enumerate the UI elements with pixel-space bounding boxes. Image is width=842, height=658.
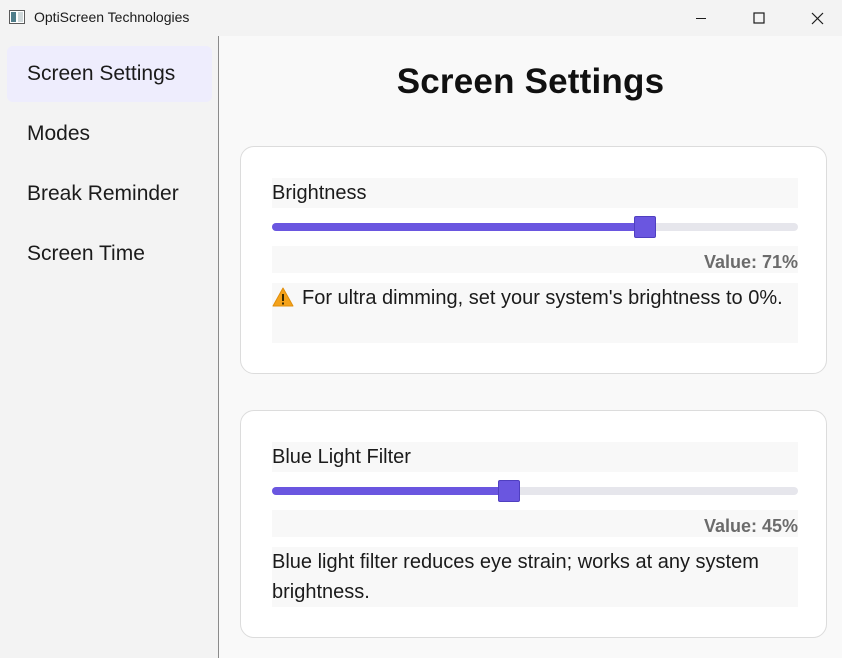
sidebar-item-screen-time[interactable]: Screen Time xyxy=(7,226,212,282)
brightness-note-text: For ultra dimming, set your system's bri… xyxy=(302,287,783,309)
blue-light-slider[interactable] xyxy=(272,480,798,502)
slider-fill xyxy=(272,487,509,495)
title-bar: OptiScreen Technologies xyxy=(0,0,842,36)
brightness-value: Value: 71% xyxy=(272,246,798,273)
minimize-button[interactable] xyxy=(672,0,730,36)
blue-light-label: Blue Light Filter xyxy=(272,442,798,472)
sidebar-item-screen-settings[interactable]: Screen Settings xyxy=(7,46,212,102)
sidebar-item-modes[interactable]: Modes xyxy=(7,106,212,162)
slider-thumb[interactable] xyxy=(497,480,520,502)
minimize-icon xyxy=(696,18,706,19)
brightness-label: Brightness xyxy=(272,178,798,208)
brightness-slider[interactable] xyxy=(272,216,798,238)
sidebar-item-break-reminder[interactable]: Break Reminder xyxy=(7,166,212,222)
sidebar: Screen Settings Modes Break Reminder Scr… xyxy=(0,36,219,658)
blue-light-value: Value: 45% xyxy=(272,510,798,537)
close-icon xyxy=(811,12,823,24)
window-title: OptiScreen Technologies xyxy=(34,9,190,25)
maximize-icon xyxy=(753,12,765,24)
brightness-note: For ultra dimming, set your system's bri… xyxy=(272,283,798,343)
slider-thumb[interactable] xyxy=(634,216,657,238)
blue-light-card: Blue Light Filter Value: 45% Blue light … xyxy=(240,410,827,638)
slider-fill xyxy=(272,223,646,231)
main-content: Screen Settings Brightness Value: 71% Fo… xyxy=(219,36,842,658)
blue-light-note: Blue light filter reduces eye strain; wo… xyxy=(272,547,798,607)
maximize-button[interactable] xyxy=(730,0,788,36)
close-button[interactable] xyxy=(788,0,842,36)
brightness-card: Brightness Value: 71% For ultra dimming,… xyxy=(240,146,827,374)
app-icon xyxy=(9,10,25,24)
page-title: Screen Settings xyxy=(396,62,665,101)
warning-icon xyxy=(272,287,294,307)
